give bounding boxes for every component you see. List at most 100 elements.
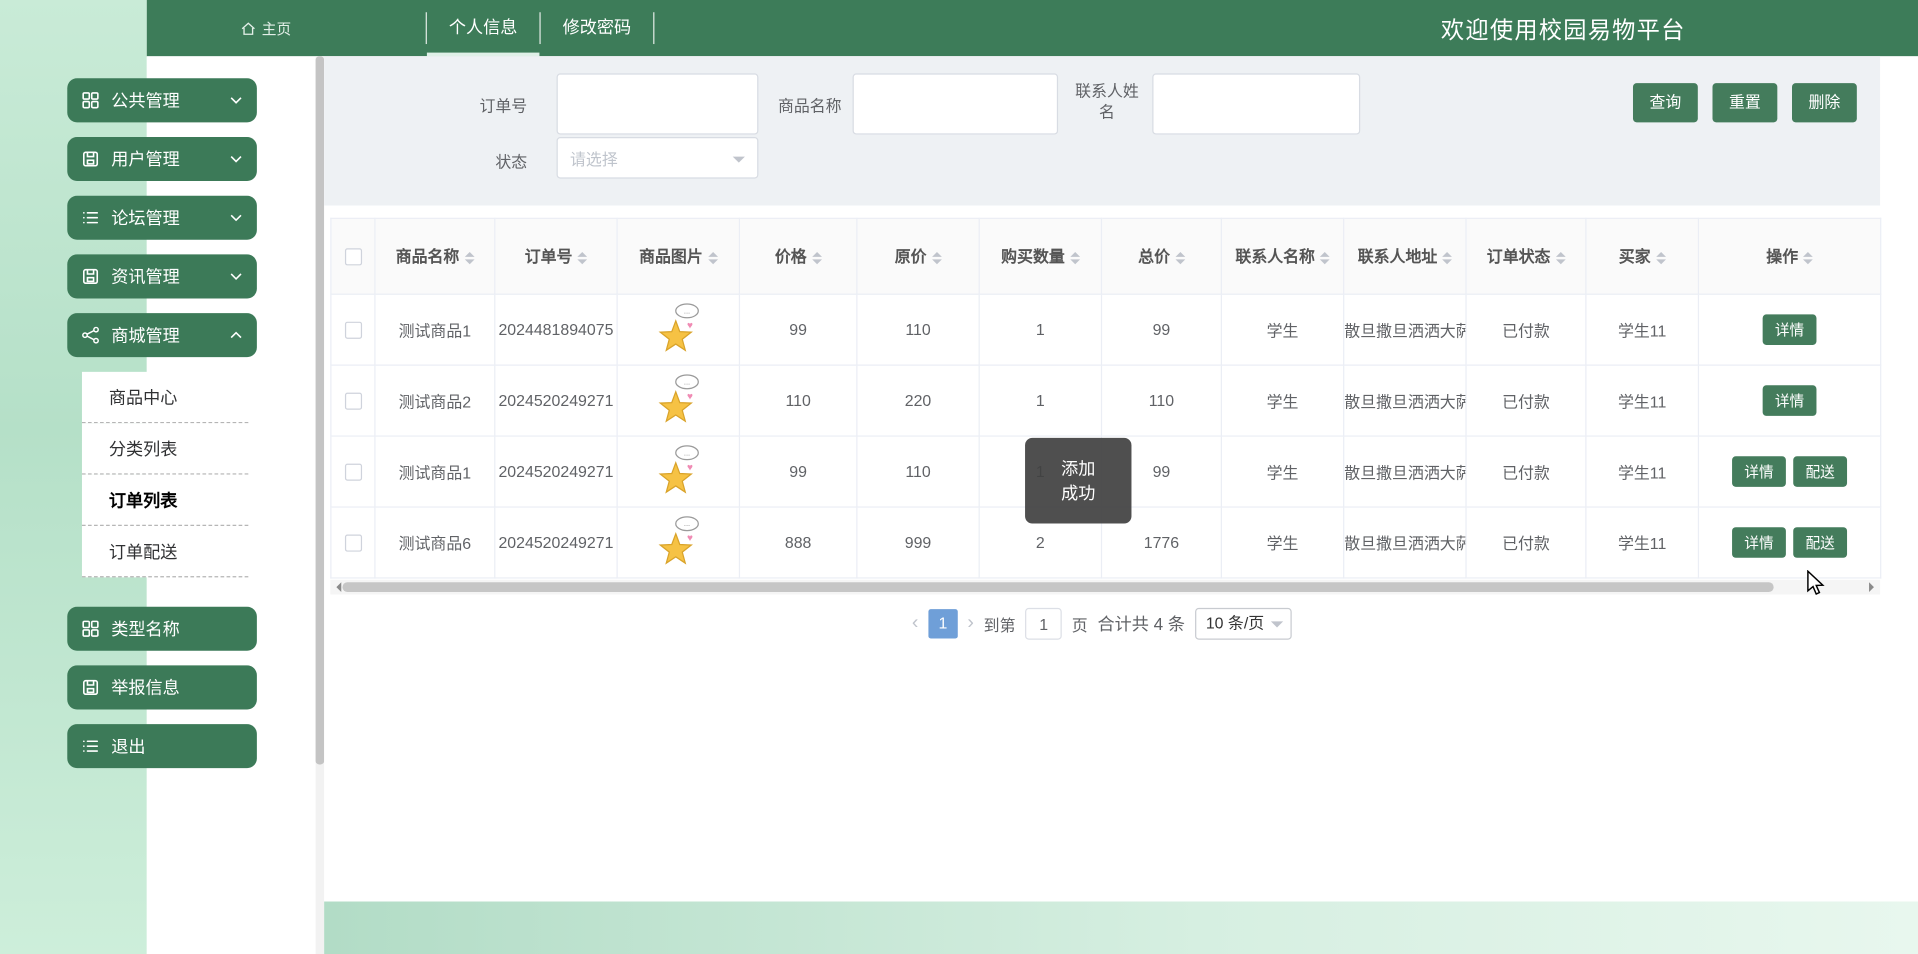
- row-checkbox[interactable]: [344, 322, 362, 340]
- sidebar-item-label: 举报信息: [111, 677, 180, 698]
- row-checkbox[interactable]: [344, 392, 362, 411]
- breadcrumb-home[interactable]: 主页: [241, 0, 291, 56]
- sidebar-item-label: 用户管理: [111, 149, 180, 169]
- toast-message: 添加成功: [1025, 437, 1132, 524]
- product-image[interactable]: ... ♥: [651, 373, 706, 428]
- select-all-checkbox[interactable]: [344, 248, 362, 266]
- col-total[interactable]: 总价: [1100, 217, 1222, 295]
- status-select[interactable]: 请选择: [556, 136, 759, 179]
- sort-icon[interactable]: [1442, 247, 1452, 269]
- horizontal-scrollbar-thumb[interactable]: [342, 582, 1774, 593]
- sidebar-subitem-order-list[interactable]: 订单列表: [81, 474, 249, 526]
- sort-icon[interactable]: [1174, 247, 1185, 269]
- col-original-price[interactable]: 原价: [856, 217, 980, 295]
- page-size-select[interactable]: 10 条/页: [1194, 607, 1293, 640]
- column-label: 购买数量: [1001, 247, 1065, 266]
- scroll-right-arrow-icon[interactable]: [1869, 582, 1879, 593]
- sidebar-subitem-category-list[interactable]: 分类列表: [81, 423, 249, 475]
- col-price[interactable]: 价格: [738, 217, 858, 295]
- svg-text:...: ...: [684, 377, 690, 386]
- sort-icon[interactable]: [464, 247, 474, 269]
- delivery-button[interactable]: 配送: [1793, 456, 1848, 487]
- next-page-icon[interactable]: ›: [967, 609, 974, 638]
- sort-icon[interactable]: [1319, 247, 1330, 269]
- cell-price: 99: [738, 435, 858, 508]
- cell-status: 已付款: [1465, 435, 1587, 508]
- sidebar-subitem-product-center[interactable]: 商品中心: [81, 371, 249, 424]
- orders-table: 商品名称 订单号 商品图片 价格 原价 购买数量 总价 联系人名称 联系人地址 …: [330, 217, 1882, 579]
- tab-label: 修改密码: [562, 17, 632, 37]
- footer-decoration-bar: [324, 901, 1918, 954]
- save-icon: [82, 679, 99, 696]
- query-button[interactable]: 查询: [1632, 83, 1698, 123]
- status-label: 状态: [495, 152, 528, 172]
- goto-page-input[interactable]: [1025, 607, 1062, 640]
- table-header-row: 商品名称 订单号 商品图片 价格 原价 购买数量 总价 联系人名称 联系人地址 …: [330, 217, 1882, 295]
- sort-icon[interactable]: [1803, 247, 1813, 269]
- cell-product: 测试商品1: [374, 293, 496, 366]
- sidebar-item-forum-management[interactable]: 论坛管理: [67, 195, 257, 240]
- goto-suffix: 页: [1071, 615, 1088, 635]
- cell-address: 散旦撒旦洒洒大萨: [1343, 506, 1467, 579]
- sort-icon[interactable]: [577, 247, 588, 269]
- cell-address: 散旦撒旦洒洒大萨: [1343, 364, 1467, 437]
- product-image[interactable]: ... ♥: [651, 302, 706, 357]
- sidebar-item-user-management[interactable]: 用户管理: [67, 136, 257, 182]
- sidebar-subitem-order-delivery[interactable]: 订单配送: [81, 525, 249, 578]
- tab-personal-info[interactable]: 个人信息: [426, 0, 540, 57]
- col-actions[interactable]: 操作: [1697, 217, 1882, 295]
- chevron-down-icon: [230, 155, 242, 163]
- total-count-text: 合计共 4 条: [1097, 614, 1186, 634]
- detail-button[interactable]: 详情: [1762, 385, 1817, 416]
- sort-icon[interactable]: [931, 247, 942, 269]
- page-number-button[interactable]: 1: [928, 609, 958, 639]
- detail-button[interactable]: 详情: [1762, 314, 1817, 345]
- select-all-header[interactable]: [330, 217, 376, 295]
- col-contact-address[interactable]: 联系人地址: [1343, 217, 1467, 295]
- prev-page-icon[interactable]: ‹: [912, 609, 919, 638]
- col-product-image[interactable]: 商品图片: [616, 217, 741, 295]
- col-contact-name[interactable]: 联系人名称: [1220, 217, 1345, 295]
- delete-button[interactable]: 删除: [1792, 83, 1857, 123]
- sort-icon[interactable]: [707, 247, 718, 269]
- detail-button[interactable]: 详情: [1732, 527, 1786, 558]
- svg-text:♥: ♥: [687, 533, 693, 544]
- row-checkbox[interactable]: [344, 534, 362, 553]
- column-label: 操作: [1766, 247, 1799, 266]
- sidebar-item-logout[interactable]: 退出: [67, 724, 257, 769]
- sidebar-item-type-name[interactable]: 类型名称: [67, 606, 257, 651]
- col-order-no[interactable]: 订单号: [494, 217, 618, 295]
- col-quantity[interactable]: 购买数量: [978, 217, 1103, 295]
- sidebar-scrollbar-thumb[interactable]: [315, 56, 325, 765]
- sidebar-item-label: 商城管理: [111, 325, 180, 345]
- sidebar-item-public-management[interactable]: 公共管理: [67, 78, 257, 123]
- sort-icon[interactable]: [1069, 247, 1080, 269]
- sidebar-item-report-info[interactable]: 举报信息: [67, 665, 257, 710]
- reset-button[interactable]: 重置: [1712, 83, 1778, 123]
- detail-button[interactable]: 详情: [1732, 456, 1786, 487]
- cell-product: 测试商品6: [374, 506, 496, 579]
- tab-change-password[interactable]: 修改密码: [541, 0, 654, 56]
- sidebar-item-mall-management[interactable]: 商城管理: [67, 313, 257, 358]
- horizontal-scrollbar[interactable]: [330, 579, 1881, 595]
- list-icon: [82, 209, 99, 226]
- delivery-button[interactable]: 配送: [1793, 527, 1848, 558]
- sidebar-item-news-management[interactable]: 资讯管理: [67, 254, 257, 299]
- row-checkbox[interactable]: [344, 463, 362, 482]
- column-label: 价格: [774, 247, 807, 266]
- mall-submenu: 商品中心 分类列表 订单列表 订单配送: [81, 371, 249, 578]
- col-order-status[interactable]: 订单状态: [1465, 217, 1587, 295]
- cell-product: 测试商品2: [374, 364, 496, 437]
- col-buyer[interactable]: 买家: [1585, 217, 1700, 295]
- product-name-input[interactable]: [852, 73, 1059, 135]
- sort-icon[interactable]: [1655, 247, 1666, 269]
- sort-icon[interactable]: [811, 247, 822, 269]
- sort-icon[interactable]: [1555, 247, 1566, 269]
- product-image[interactable]: ... ♥: [651, 444, 706, 499]
- cell-order-no: 2024520249271: [494, 435, 618, 508]
- product-image[interactable]: ... ♥: [651, 515, 706, 570]
- contact-name-input[interactable]: [1152, 73, 1361, 135]
- col-product-name[interactable]: 商品名称: [374, 217, 496, 295]
- scroll-left-arrow-icon[interactable]: [331, 582, 342, 593]
- order-no-input[interactable]: [556, 73, 759, 135]
